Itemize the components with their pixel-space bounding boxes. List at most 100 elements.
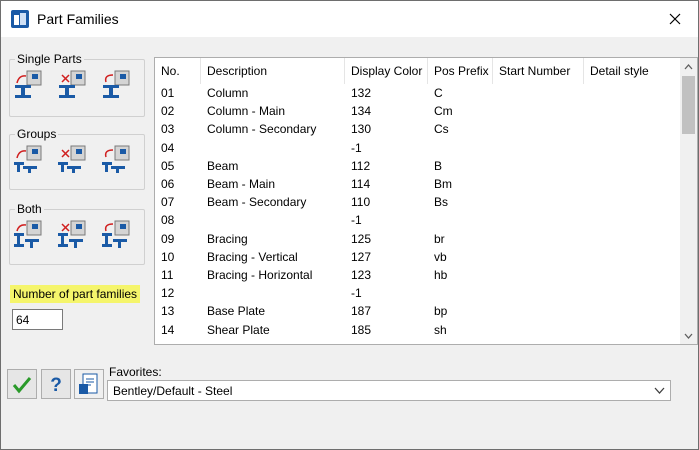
cell-no[interactable]: 13 xyxy=(155,302,201,320)
table-row[interactable]: 06 Beam - Main 114 Bm xyxy=(155,175,681,193)
single-parts-replace-button[interactable] xyxy=(101,69,131,99)
cell-display-color[interactable]: 134 xyxy=(345,102,428,120)
column-header-pos-prefix[interactable]: Pos Prefix xyxy=(428,58,493,84)
scroll-thumb[interactable] xyxy=(682,76,695,134)
cell-no[interactable]: 01 xyxy=(155,84,201,102)
cell-display-color[interactable]: -1 xyxy=(345,211,428,229)
cell-display-color[interactable]: 112 xyxy=(345,157,428,175)
cell-pos-prefix[interactable] xyxy=(428,139,493,157)
part-families-count-input[interactable]: 64 xyxy=(12,309,63,330)
groups-add-button[interactable] xyxy=(13,144,43,174)
cell-pos-prefix[interactable]: hb xyxy=(428,266,493,284)
column-header-detail-style[interactable]: Detail style xyxy=(584,58,681,84)
cell-pos-prefix[interactable] xyxy=(428,284,493,302)
cell-description[interactable]: Bracing - Vertical xyxy=(201,248,345,266)
cell-no[interactable]: 06 xyxy=(155,175,201,193)
table-row[interactable]: 14 Shear Plate 185 sh xyxy=(155,321,681,339)
cell-pos-prefix[interactable]: Cs xyxy=(428,120,493,138)
scroll-up-button[interactable] xyxy=(680,58,697,75)
table-row[interactable]: 05 Beam 112 B xyxy=(155,157,681,175)
table-row[interactable]: 03 Column - Secondary 130 Cs xyxy=(155,120,681,138)
export-button[interactable] xyxy=(74,369,104,399)
cell-display-color[interactable]: 114 xyxy=(345,175,428,193)
cell-display-color[interactable]: 125 xyxy=(345,230,428,248)
table-row[interactable]: 11 Bracing - Horizontal 123 hb xyxy=(155,266,681,284)
cell-no[interactable]: 04 xyxy=(155,139,201,157)
help-button[interactable]: ? xyxy=(41,369,71,399)
ok-button[interactable] xyxy=(7,369,37,399)
table-row[interactable]: 01 Column 132 C xyxy=(155,84,681,102)
cell-display-color[interactable]: -1 xyxy=(345,139,428,157)
cell-pos-prefix[interactable]: C xyxy=(428,84,493,102)
favorites-dropdown[interactable]: Bentley/Default - Steel xyxy=(107,380,671,401)
cell-no[interactable]: 05 xyxy=(155,157,201,175)
close-button[interactable] xyxy=(652,1,698,37)
cell-display-color[interactable]: 132 xyxy=(345,84,428,102)
cell-description[interactable]: Beam xyxy=(201,157,345,175)
table-row[interactable]: 02 Column - Main 134 Cm xyxy=(155,102,681,120)
cell-pos-prefix[interactable]: Bm xyxy=(428,175,493,193)
cell-description[interactable] xyxy=(201,211,345,229)
table-vertical-scrollbar[interactable] xyxy=(680,58,697,344)
cell-display-color[interactable]: 123 xyxy=(345,266,428,284)
cell-description[interactable]: Shear Plate xyxy=(201,321,345,339)
cell-description[interactable]: Beam - Secondary xyxy=(201,193,345,211)
cell-description[interactable]: Beam - Main xyxy=(201,175,345,193)
favorites-label: Favorites: xyxy=(109,365,162,379)
both-replace-icon xyxy=(102,220,130,248)
groups-remove-button[interactable] xyxy=(57,144,87,174)
cell-no[interactable]: 02 xyxy=(155,102,201,120)
part-families-table: No. Description Display Color Pos Prefix… xyxy=(154,57,698,345)
single-parts-remove-button[interactable] xyxy=(57,69,87,99)
table-row[interactable]: 08 -1 xyxy=(155,211,681,229)
cell-no[interactable]: 14 xyxy=(155,321,201,339)
app-icon xyxy=(11,10,29,28)
cell-no[interactable]: 10 xyxy=(155,248,201,266)
table-row[interactable]: 09 Bracing 125 br xyxy=(155,230,681,248)
cell-description[interactable]: Base Plate xyxy=(201,302,345,320)
cell-no[interactable]: 03 xyxy=(155,120,201,138)
cell-pos-prefix[interactable]: B xyxy=(428,157,493,175)
cell-description[interactable]: Bracing - Horizontal xyxy=(201,266,345,284)
cell-description[interactable] xyxy=(201,139,345,157)
both-add-button[interactable] xyxy=(13,219,43,249)
both-label: Both xyxy=(15,202,44,216)
table-row[interactable]: 07 Beam - Secondary 110 Bs xyxy=(155,193,681,211)
column-header-start-number[interactable]: Start Number xyxy=(493,58,584,84)
cell-pos-prefix[interactable]: vb xyxy=(428,248,493,266)
cell-pos-prefix[interactable]: bp xyxy=(428,302,493,320)
cell-pos-prefix[interactable]: Cm xyxy=(428,102,493,120)
both-replace-button[interactable] xyxy=(101,219,131,249)
column-header-display-color[interactable]: Display Color xyxy=(345,58,428,84)
single-parts-add-button[interactable] xyxy=(13,69,43,99)
cell-pos-prefix[interactable]: Bs xyxy=(428,193,493,211)
cell-description[interactable]: Bracing xyxy=(201,230,345,248)
column-header-description[interactable]: Description xyxy=(201,58,345,84)
cell-description[interactable]: Column - Main xyxy=(201,102,345,120)
cell-display-color[interactable]: 110 xyxy=(345,193,428,211)
cell-no[interactable]: 09 xyxy=(155,230,201,248)
cell-no[interactable]: 08 xyxy=(155,211,201,229)
cell-display-color[interactable]: 187 xyxy=(345,302,428,320)
table-row[interactable]: 04 -1 xyxy=(155,139,681,157)
groups-replace-button[interactable] xyxy=(101,144,131,174)
cell-display-color[interactable]: -1 xyxy=(345,284,428,302)
cell-display-color[interactable]: 185 xyxy=(345,321,428,339)
table-row[interactable]: 12 -1 xyxy=(155,284,681,302)
table-row[interactable]: 13 Base Plate 187 bp xyxy=(155,302,681,320)
cell-no[interactable]: 12 xyxy=(155,284,201,302)
column-header-no[interactable]: No. xyxy=(155,58,201,84)
cell-pos-prefix[interactable]: br xyxy=(428,230,493,248)
cell-no[interactable]: 11 xyxy=(155,266,201,284)
cell-pos-prefix[interactable]: sh xyxy=(428,321,493,339)
cell-no[interactable]: 07 xyxy=(155,193,201,211)
cell-display-color[interactable]: 130 xyxy=(345,120,428,138)
table-row[interactable]: 10 Bracing - Vertical 127 vb xyxy=(155,248,681,266)
cell-description[interactable] xyxy=(201,284,345,302)
cell-display-color[interactable]: 127 xyxy=(345,248,428,266)
cell-description[interactable]: Column - Secondary xyxy=(201,120,345,138)
scroll-down-button[interactable] xyxy=(680,327,697,344)
cell-pos-prefix[interactable] xyxy=(428,211,493,229)
cell-description[interactable]: Column xyxy=(201,84,345,102)
both-remove-button[interactable] xyxy=(57,219,87,249)
